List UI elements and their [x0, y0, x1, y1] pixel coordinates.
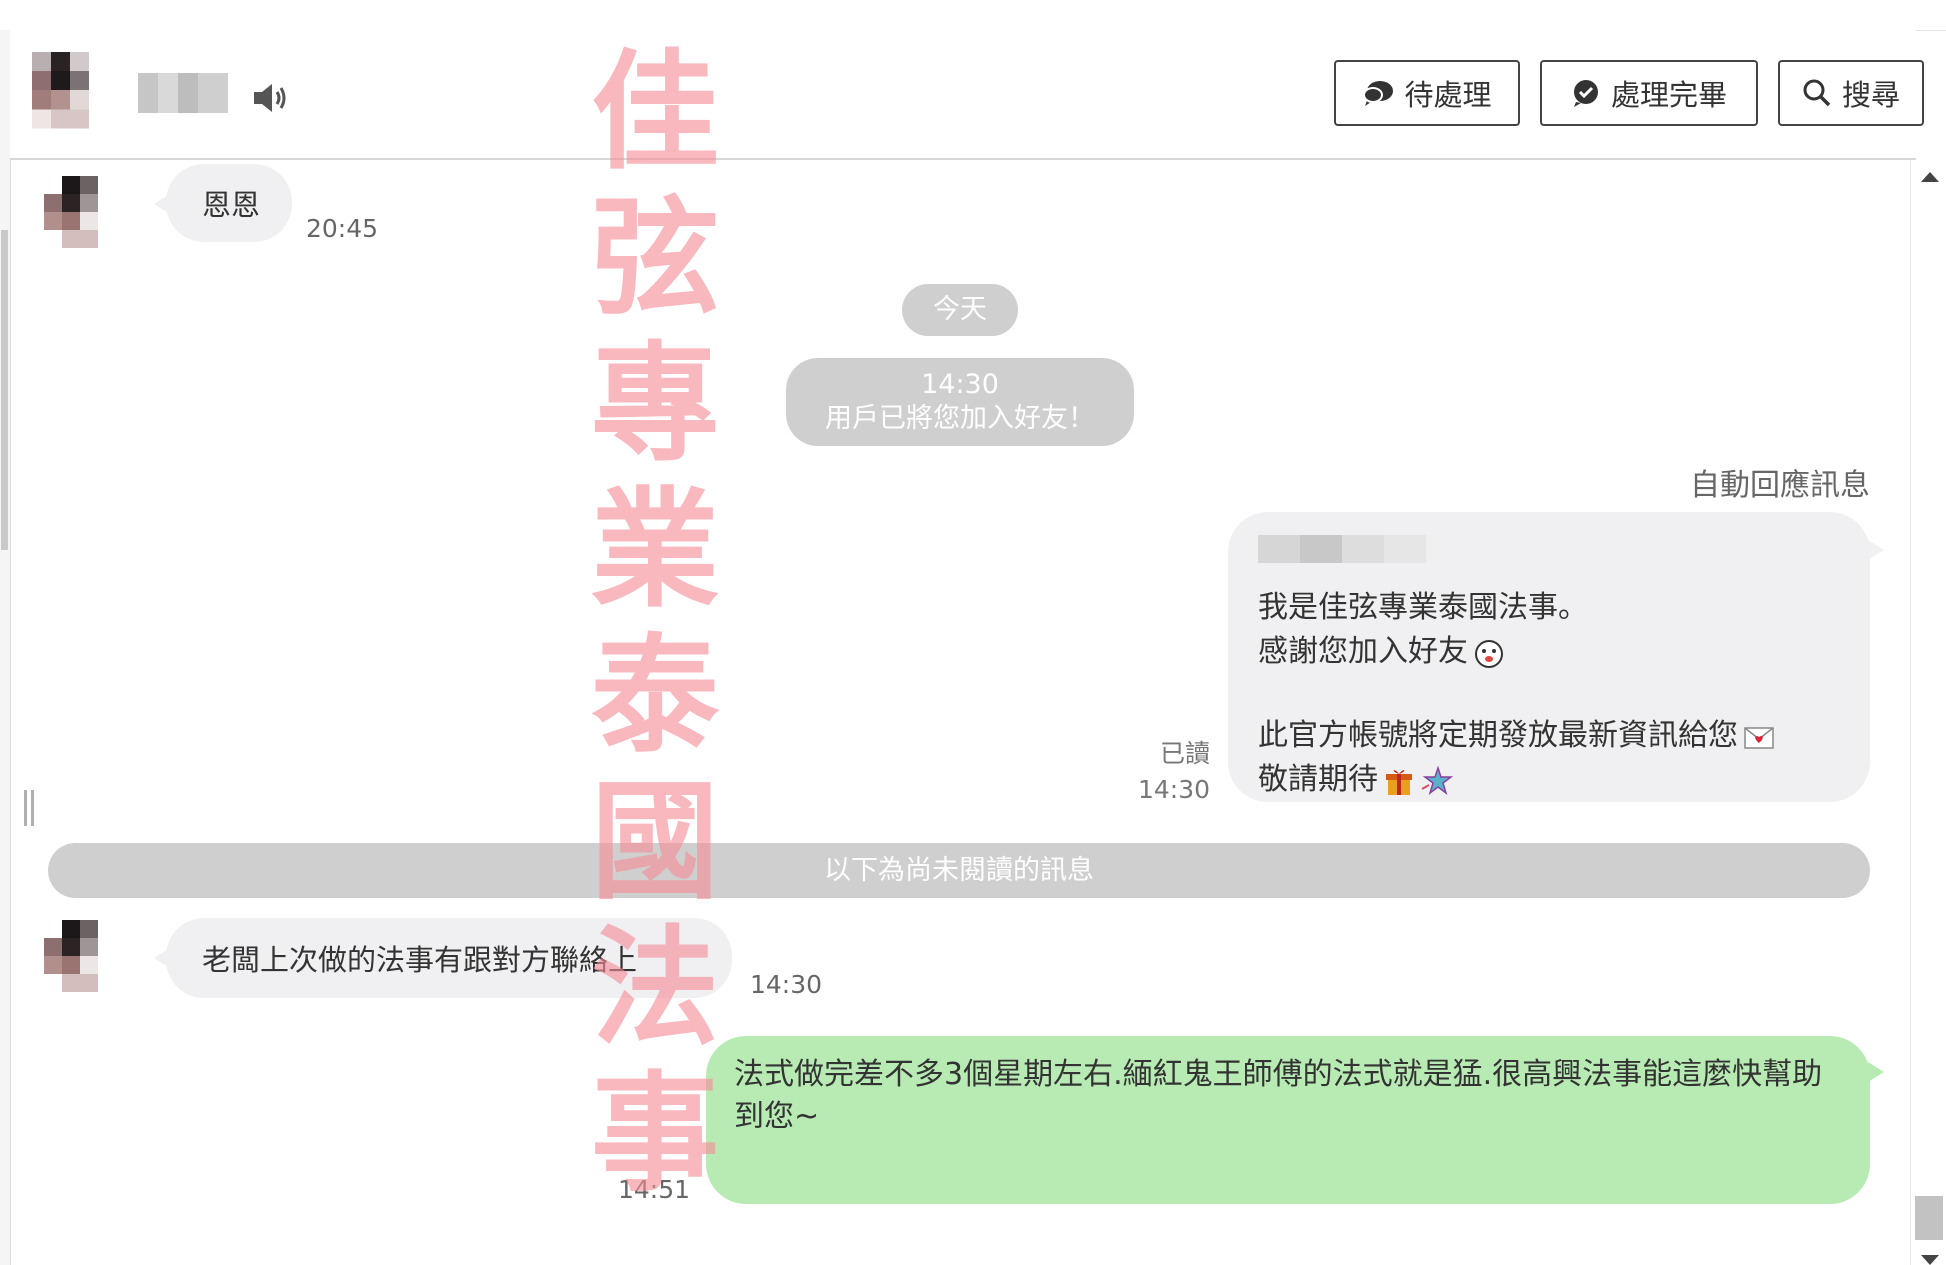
message-bubble-incoming[interactable]: 恩恩 [154, 164, 292, 242]
auto-reply-line: 我是佳弦專業泰國法事。 [1258, 590, 1588, 625]
chat-scrollbar[interactable] [1910, 160, 1946, 1265]
customer-avatar[interactable] [44, 176, 116, 266]
scrollbar-thumb[interactable] [1915, 1196, 1943, 1240]
chat-header: 待處理 處理完畢 搜尋 [10, 30, 1924, 160]
read-status: 已讀 14:30 [1130, 736, 1210, 808]
customer-avatar[interactable] [44, 920, 116, 1010]
speech-bubble-icon [1363, 81, 1394, 106]
done-button-label: 處理完畢 [1610, 78, 1727, 112]
message-text: 恩恩 [202, 188, 261, 222]
check-circle-icon [1573, 80, 1598, 107]
unread-divider: 以下為尚未閱讀的訊息 [48, 843, 1870, 898]
auto-reply-bubble[interactable]: 我是佳弦專業泰國法事。 感謝您加入好友 此官方帳號將定期發放最新資訊給您 敬請期… [1228, 512, 1884, 802]
sender-name-blurred [1258, 535, 1426, 563]
window-top-strip [0, 0, 1946, 31]
auto-reply-line: 感謝您加入好友 [1258, 634, 1468, 669]
auto-reply-line: 敬請期待 [1258, 762, 1378, 797]
done-button[interactable]: 處理完畢 [1540, 60, 1758, 126]
pending-button[interactable]: 待處理 [1334, 60, 1520, 126]
message-text: 法式做完差不多3個星期左右.緬紅鬼王師傅的法式就是猛.很高興法事能這麼快幫助到您… [734, 1057, 1823, 1134]
system-message-text: 用戶已將您加入好友！ [825, 403, 1095, 434]
message-time: 14:30 [750, 970, 823, 999]
message-bubble-outgoing[interactable]: 法式做完差不多3個星期左右.緬紅鬼王師傅的法式就是猛.很高興法事能這麼快幫助到您… [706, 1036, 1884, 1204]
auto-reply-line-with-emoji: 敬請期待 [1258, 758, 1840, 802]
read-label: 已讀 [1159, 739, 1210, 768]
scroll-up-icon[interactable] [1921, 172, 1939, 182]
auto-reply-line: 此官方帳號將定期發放最新資訊給您 [1258, 718, 1738, 753]
auto-reply-label: 自動回應訊息 [1690, 468, 1870, 503]
search-button-label: 搜尋 [1841, 78, 1900, 112]
auto-reply-line-with-emoji: 感謝您加入好友 [1258, 630, 1840, 674]
love-letter-emoji-icon [1744, 726, 1774, 749]
waving-face-emoji-icon [1475, 639, 1503, 668]
left-scrollbar-thumb[interactable] [1, 230, 8, 550]
message-bubble-incoming[interactable]: 老闆上次做的法事有跟對方聯絡上 [154, 918, 732, 998]
message-time: 20:45 [306, 214, 379, 243]
auto-reply-line-with-emoji: 此官方帳號將定期發放最新資訊給您 [1258, 714, 1840, 758]
shooting-star-emoji-icon [1421, 765, 1454, 795]
gift-emoji-icon [1386, 769, 1412, 795]
message-text: 老闆上次做的法事有跟對方聯絡上 [202, 943, 638, 977]
message-time: 14:30 [1137, 775, 1210, 804]
search-button[interactable]: 搜尋 [1778, 60, 1924, 126]
contact-name-blurred [138, 73, 228, 113]
system-message: 14:30 用戶已將您加入好友！ [786, 358, 1134, 446]
system-message-time: 14:30 [921, 369, 999, 400]
contact-avatar[interactable] [30, 52, 110, 138]
message-time: 14:51 [618, 1175, 691, 1204]
speaker-icon[interactable] [250, 80, 290, 116]
scroll-down-icon[interactable] [1921, 1255, 1939, 1265]
pending-button-label: 待處理 [1404, 78, 1492, 112]
search-icon [1803, 79, 1831, 107]
date-divider: 今天 [902, 284, 1018, 336]
